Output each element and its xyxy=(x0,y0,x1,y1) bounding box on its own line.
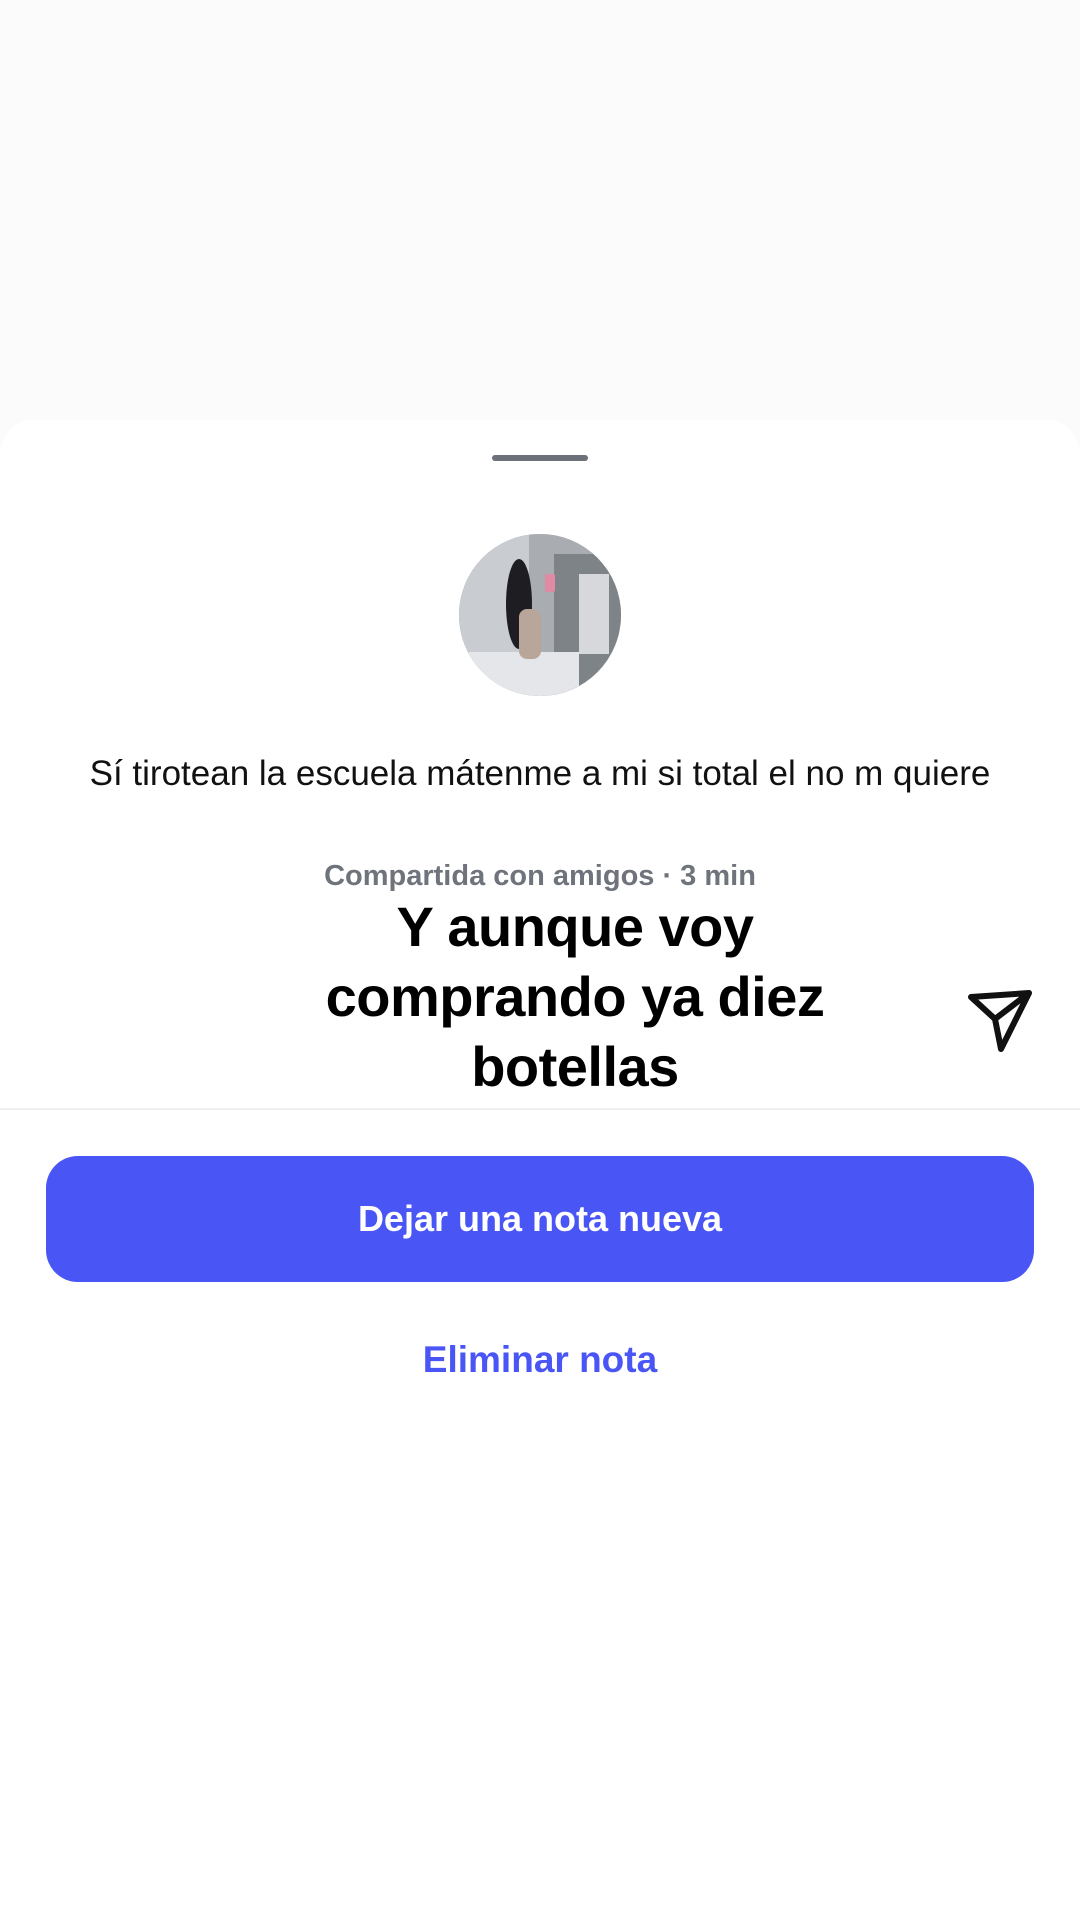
new-note-button[interactable]: Dejar una nota nueva xyxy=(46,1156,1034,1282)
avatar xyxy=(459,534,621,696)
background-area xyxy=(0,0,1080,450)
delete-note-button[interactable]: Eliminar nota xyxy=(0,1330,1080,1390)
video-caption-overlay: Y aunque voy comprando ya diez botellas xyxy=(325,895,825,1098)
note-text: Sí tirotean la escuela mátenme a mi si t… xyxy=(89,754,991,793)
divider xyxy=(0,1108,1080,1110)
send-icon[interactable] xyxy=(965,985,1037,1057)
note-meta: Compartida con amigos · 3 min xyxy=(324,860,756,892)
sheet-grab-handle[interactable] xyxy=(492,455,588,461)
